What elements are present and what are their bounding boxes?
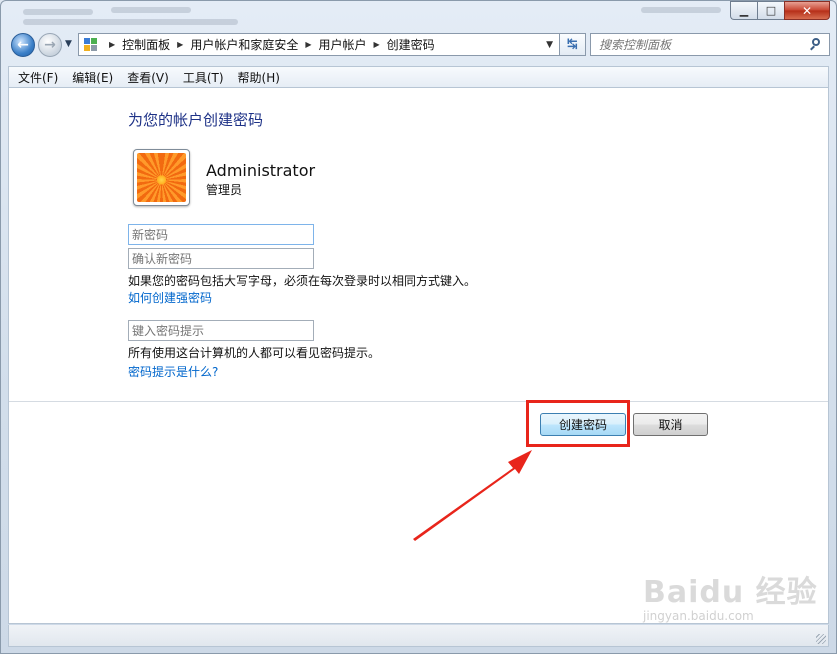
annotation-arrow <box>413 450 532 541</box>
watermark-url: jingyan.baidu.com <box>643 609 754 623</box>
watermark-brand: Baidu 经验 <box>643 575 818 610</box>
arrow-shape <box>413 450 532 541</box>
baidu-watermark: Baidu 经验 jingyan.baidu.com <box>643 567 818 623</box>
